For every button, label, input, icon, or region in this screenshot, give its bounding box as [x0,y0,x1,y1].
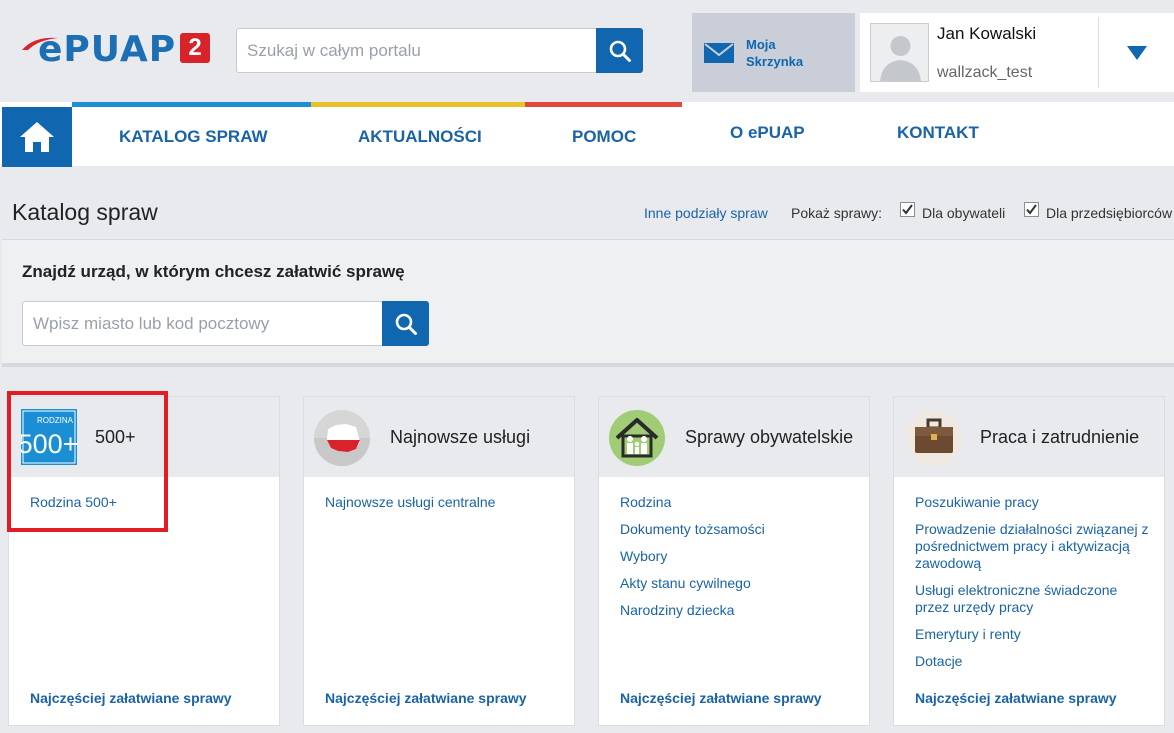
triangle-down-icon [1127,45,1147,60]
user-login: wallzack_test [937,64,1033,81]
card-title: Praca i zatrudnienie [980,427,1140,447]
category-card-citizen: Sprawy obywatelskie Rodzina Dokumenty to… [598,396,870,726]
nav-item-pomoc[interactable]: POMOC [572,127,636,147]
card-link[interactable]: Dokumenty tożsamości [620,521,856,538]
user-menu-toggle[interactable] [1100,13,1174,92]
office-search-button[interactable] [382,301,429,346]
other-divisions-link[interactable]: Inne podziały spraw [644,205,768,221]
card-header[interactable]: RODZINA 500+ 500+ [9,397,279,477]
poland-map-icon [314,410,370,466]
filter-citizens-label: Dla obywateli [922,205,1006,221]
home-icon [20,122,54,152]
card-title: 500+ [95,427,136,447]
category-card-newest: Najnowsze usługi Najnowsze usługi centra… [303,396,575,726]
card-link[interactable]: Prowadzenie działalności związanej z poś… [915,521,1151,572]
portal-search-button[interactable] [596,28,643,73]
show-cases-label: Pokaż sprawy: [791,205,883,221]
nav-stripe-red [525,102,682,107]
card-link[interactable]: Najnowsze usługi centralne [325,494,561,511]
card-link[interactable]: Akty stanu cywilnego [620,575,856,592]
category-card-work: Praca i zatrudnienie Poszukiwanie pracy … [893,396,1165,726]
card-title: Najnowsze usługi [390,427,531,447]
card-link[interactable]: Wybory [620,548,856,565]
card-link[interactable]: Dotacje [915,653,1151,670]
card-link[interactable]: Narodziny dziecka [620,602,856,619]
briefcase-icon [906,410,962,466]
page-title: Katalog spraw [12,199,158,225]
card-footer-link[interactable]: Najczęściej załatwiane sprawy [325,690,527,706]
epuap-logo[interactable]: ePUAP 2 [20,28,215,72]
card-header[interactable]: Najnowsze usługi [304,397,574,477]
filter-citizens-checkbox[interactable] [900,202,915,217]
card-footer-link[interactable]: Najczęściej załatwiane sprawy [620,690,822,706]
card-link-list: Najnowsze usługi centralne [325,494,561,521]
filter-entrepreneurs-checkbox[interactable] [1024,202,1039,217]
nav-item-kontakt[interactable]: KONTAKT [897,123,979,143]
icon-text-small: RODZINA [37,416,74,425]
portal-search [236,28,643,73]
main-nav: KATALOG SPRAW AKTUALNOŚCI POMOC O ePUAP … [0,102,1174,167]
nav-stripe-yellow [311,102,525,107]
user-panel: Jan Kowalski wallzack_test [860,13,1174,92]
office-search [22,301,429,346]
card-link-list: Rodzina 500+ [30,494,266,521]
card-header[interactable]: Praca i zatrudnienie [894,397,1164,477]
card-link-list: Poszukiwanie pracy Prowadzenie działalno… [915,494,1151,680]
logo-badge: 2 [180,33,210,63]
office-finder-title: Znajdź urząd, w którym chcesz załatwić s… [22,262,405,281]
card-link[interactable]: Emerytury i renty [915,626,1151,643]
logo-text: ePUAP [38,29,177,70]
nav-item-katalog[interactable]: KATALOG SPRAW [119,127,268,147]
user-name: Jan Kowalski [937,24,1037,43]
portal-search-input[interactable] [236,28,598,73]
nav-item-o-epuap[interactable]: O ePUAP [730,123,805,143]
card-link-list: Rodzina Dokumenty tożsamości Wybory Akty… [620,494,856,629]
nav-stripe-blue [72,102,311,107]
home-button[interactable] [2,107,72,167]
card-header[interactable]: Sprawy obywatelskie [599,397,869,477]
envelope-icon [704,42,734,63]
card-link[interactable]: Usługi elektroniczne świadczone przez ur… [915,582,1151,616]
card-title: Sprawy obywatelskie [685,427,854,447]
rodzina-500-icon: RODZINA 500+ [21,409,77,465]
category-card-500plus: RODZINA 500+ 500+ Rodzina 500+ Najczęści… [8,396,280,726]
nav-item-aktualnosci[interactable]: AKTUALNOŚCI [358,127,482,147]
checkmark-icon [1026,204,1037,215]
search-icon [395,313,417,335]
card-link[interactable]: Poszukiwanie pracy [915,494,1151,511]
search-icon [609,40,631,62]
inbox-label: Moja Skrzynka [746,36,804,69]
checkmark-icon [902,204,913,215]
card-footer-link[interactable]: Najczęściej załatwiane sprawy [915,690,1117,706]
card-link[interactable]: Rodzina 500+ [30,494,266,511]
office-finder: Znajdź urząd, w którym chcesz załatwić s… [2,239,1174,367]
family-house-icon [609,410,665,466]
user-silhouette-icon [880,36,921,81]
office-search-input[interactable] [22,301,384,346]
inbox-button[interactable]: Moja Skrzynka [692,13,855,92]
filter-entrepreneurs-label: Dla przedsiębiorców [1046,205,1173,221]
card-footer-link[interactable]: Najczęściej załatwiane sprawy [30,690,232,706]
icon-text-big: 500+ [21,429,77,459]
user-divider [1098,17,1099,88]
card-link[interactable]: Rodzina [620,494,856,511]
avatar[interactable] [870,23,929,82]
